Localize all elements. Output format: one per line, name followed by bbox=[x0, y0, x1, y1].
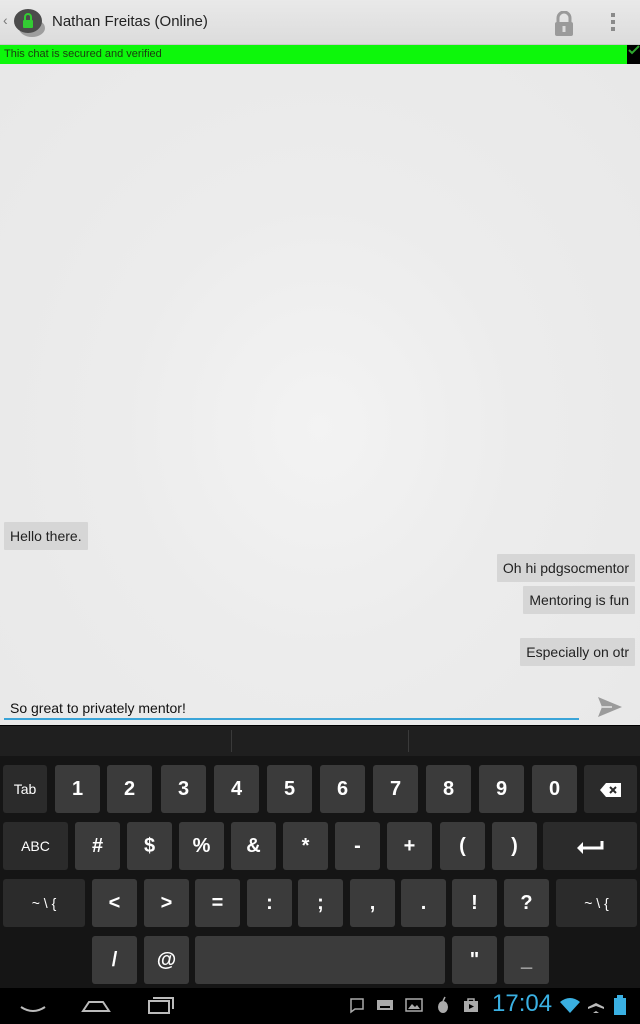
key-abc[interactable]: ABC bbox=[3, 822, 68, 870]
page-title: Nathan Freitas (Online) bbox=[52, 13, 208, 30]
key[interactable]: 1 bbox=[55, 765, 100, 813]
key[interactable]: 9 bbox=[479, 765, 524, 813]
gallery-notification-icon bbox=[405, 998, 423, 1012]
key[interactable]: ? bbox=[504, 879, 549, 927]
backspace-icon bbox=[599, 782, 621, 797]
key[interactable]: = bbox=[195, 879, 240, 927]
app-store-notification-icon bbox=[464, 998, 478, 1012]
key[interactable]: 6 bbox=[320, 765, 365, 813]
key[interactable]: $ bbox=[127, 822, 172, 870]
message-outgoing: Oh hi pdgsocmentor bbox=[496, 554, 635, 582]
key[interactable]: 3 bbox=[161, 765, 206, 813]
enter-icon bbox=[577, 840, 604, 854]
key[interactable]: 8 bbox=[426, 765, 471, 813]
home-icon[interactable] bbox=[80, 994, 112, 1016]
key[interactable]: % bbox=[179, 822, 224, 870]
send-icon[interactable] bbox=[596, 694, 624, 720]
key[interactable]: ) bbox=[492, 822, 537, 870]
key[interactable]: 5 bbox=[267, 765, 312, 813]
key[interactable]: . bbox=[401, 879, 446, 927]
chat-history[interactable] bbox=[0, 64, 640, 725]
key[interactable]: & bbox=[231, 822, 276, 870]
key[interactable]: 4 bbox=[214, 765, 259, 813]
key[interactable]: < bbox=[92, 879, 137, 927]
key[interactable]: + bbox=[387, 822, 432, 870]
keyboard-notification-icon bbox=[377, 1000, 393, 1010]
app-icon[interactable] bbox=[13, 6, 47, 40]
message-outgoing: Especially on otr bbox=[520, 638, 635, 666]
security-status-bar: This chat is secured and verified bbox=[0, 45, 627, 64]
key[interactable]: / bbox=[92, 936, 137, 984]
message-outgoing: Mentoring is fun bbox=[523, 586, 635, 614]
airplane-icon bbox=[588, 997, 604, 1013]
message-input[interactable]: So great to privately mentor! bbox=[4, 696, 579, 720]
key-tab[interactable]: Tab bbox=[3, 765, 47, 813]
key[interactable]: * bbox=[283, 822, 328, 870]
action-bar: ‹ Nathan Freitas (Online) bbox=[0, 0, 640, 45]
recent-apps-icon[interactable] bbox=[146, 994, 176, 1016]
key-more-symbols[interactable]: ~ \ { bbox=[556, 879, 637, 927]
key[interactable]: > bbox=[144, 879, 189, 927]
key[interactable]: : bbox=[247, 879, 292, 927]
chat-notification-icon bbox=[350, 998, 364, 1014]
overflow-menu-icon[interactable] bbox=[608, 11, 618, 33]
key[interactable]: " bbox=[452, 936, 497, 984]
message-incoming: Hello there. bbox=[4, 522, 88, 550]
key[interactable]: # bbox=[75, 822, 120, 870]
status-clock: 17:04 bbox=[492, 990, 553, 1017]
key[interactable]: _ bbox=[504, 936, 549, 984]
key-backspace[interactable] bbox=[584, 765, 637, 813]
key[interactable]: 0 bbox=[532, 765, 577, 813]
key-enter[interactable] bbox=[543, 822, 637, 870]
security-status-text: This chat is secured and verified bbox=[4, 48, 162, 60]
padlock-icon[interactable] bbox=[551, 11, 577, 37]
key[interactable]: ( bbox=[440, 822, 485, 870]
battery-icon bbox=[614, 995, 626, 1015]
key[interactable]: ; bbox=[298, 879, 343, 927]
check-icon bbox=[628, 45, 640, 55]
key[interactable]: , bbox=[350, 879, 395, 927]
up-caret[interactable]: ‹ bbox=[3, 12, 8, 28]
back-icon[interactable] bbox=[18, 996, 48, 1016]
key-space[interactable] bbox=[195, 936, 445, 984]
key-more-symbols[interactable]: ~ \ { bbox=[3, 879, 85, 927]
wifi-icon bbox=[560, 998, 580, 1013]
suggestion-strip[interactable] bbox=[0, 726, 640, 756]
orbot-notification-icon bbox=[438, 996, 448, 1013]
key[interactable]: 7 bbox=[373, 765, 418, 813]
key[interactable]: 2 bbox=[107, 765, 152, 813]
key[interactable]: @ bbox=[144, 936, 189, 984]
key[interactable]: ! bbox=[452, 879, 497, 927]
key[interactable]: - bbox=[335, 822, 380, 870]
